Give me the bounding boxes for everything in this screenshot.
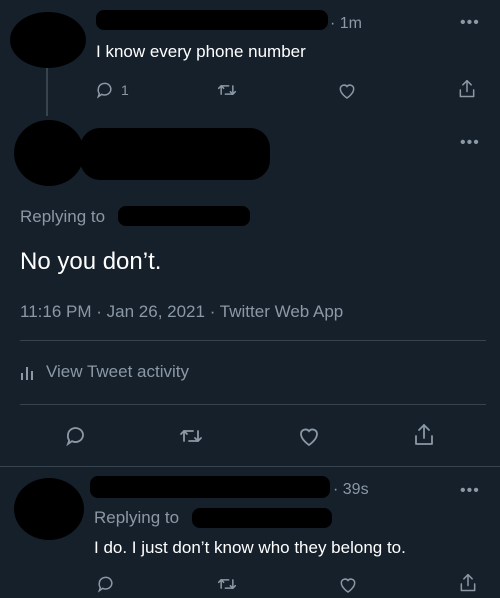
thread-line xyxy=(46,66,48,116)
avatar[interactable] xyxy=(10,12,86,68)
meta-separator: · xyxy=(209,302,216,321)
divider xyxy=(20,340,486,341)
retweet-icon xyxy=(216,80,238,100)
share-icon xyxy=(457,78,477,100)
retweet-button[interactable] xyxy=(178,424,204,448)
heart-icon xyxy=(297,425,321,447)
reply-count: 1 xyxy=(121,82,129,98)
tweet-time[interactable]: · 39s xyxy=(333,481,369,499)
divider xyxy=(0,466,500,467)
divider xyxy=(20,404,486,405)
share-button[interactable] xyxy=(458,572,478,594)
more-icon[interactable]: ••• xyxy=(460,483,480,499)
tweet-time[interactable]: · 1m xyxy=(330,15,362,33)
share-icon xyxy=(412,422,436,448)
replying-handle-redacted[interactable] xyxy=(192,508,332,528)
view-activity-label: View Tweet activity xyxy=(46,362,189,381)
replying-handle-redacted[interactable] xyxy=(118,206,250,226)
replying-to-line: Replying to xyxy=(20,207,105,227)
tweet-meta: 11:16 PM · Jan 26, 2021 · Twitter Web Ap… xyxy=(20,302,343,322)
tweet-text: I know every phone number xyxy=(96,42,306,61)
heart-icon xyxy=(337,81,357,100)
time-ago: 39s xyxy=(342,481,369,498)
author-name-redacted[interactable] xyxy=(80,128,270,180)
reply-button[interactable] xyxy=(96,574,116,594)
tweet-date[interactable]: Jan 26, 2021 xyxy=(107,302,205,321)
reply-icon xyxy=(96,574,116,594)
retweet-icon xyxy=(178,424,204,448)
replying-to-label: Replying to xyxy=(20,207,106,226)
tweet-text: I do. I just don’t know who they belong … xyxy=(94,538,406,557)
author-name-redacted[interactable] xyxy=(90,476,330,498)
retweet-button[interactable] xyxy=(216,574,238,594)
retweet-icon xyxy=(216,574,238,594)
share-button[interactable] xyxy=(412,422,436,448)
tweet-time[interactable]: 11:16 PM xyxy=(20,302,92,321)
share-icon xyxy=(458,572,478,594)
time-ago: 1m xyxy=(339,15,363,32)
view-tweet-activity[interactable]: View Tweet activity xyxy=(20,362,189,382)
avatar[interactable] xyxy=(14,120,84,186)
share-button[interactable] xyxy=(457,78,477,100)
meta-separator: · xyxy=(96,302,102,321)
replying-to-label: Replying to xyxy=(94,508,180,527)
bar-chart-icon xyxy=(20,363,36,381)
main-tweet-text: No you don’t. xyxy=(20,248,162,275)
heart-icon xyxy=(338,575,358,594)
time-separator: · xyxy=(330,15,336,32)
author-name-redacted[interactable] xyxy=(96,10,328,30)
avatar[interactable] xyxy=(14,478,84,540)
tweet-source[interactable]: Twitter Web App xyxy=(220,302,343,321)
reply-button[interactable] xyxy=(64,424,88,448)
like-button[interactable] xyxy=(337,81,357,100)
reply-button[interactable]: 1 xyxy=(95,80,129,100)
more-icon[interactable]: ••• xyxy=(460,15,480,31)
reply-icon xyxy=(64,424,88,448)
reply-icon xyxy=(95,80,115,100)
like-button[interactable] xyxy=(338,575,358,594)
like-button[interactable] xyxy=(297,425,321,447)
retweet-button[interactable] xyxy=(216,80,238,100)
more-icon[interactable]: ••• xyxy=(460,135,480,151)
time-separator: · xyxy=(333,481,339,498)
